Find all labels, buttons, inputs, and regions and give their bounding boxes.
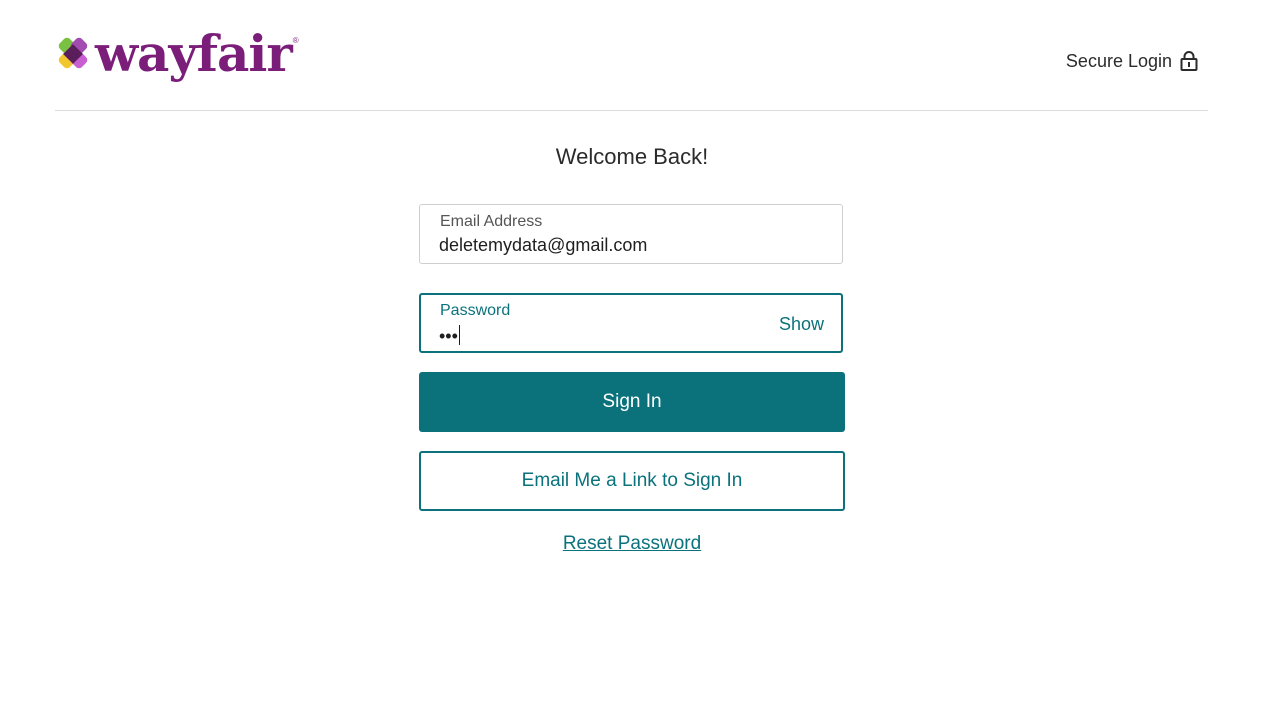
email-field[interactable]: Email Address deletemydata@gmail.com (419, 204, 843, 264)
email-link-button[interactable]: Email Me a Link to Sign In (419, 451, 845, 511)
password-field[interactable]: Password ••• Show (419, 293, 843, 353)
password-masked-text: ••• (439, 326, 458, 346)
lock-icon (1180, 50, 1198, 72)
logo-text: wayfair (95, 24, 293, 83)
header: wayfair ® Secure Login (55, 0, 1208, 111)
reset-password-container: Reset Password (0, 533, 1264, 555)
login-page: wayfair ® Secure Login Welcome Back! Ema… (0, 0, 1280, 720)
page-title: Welcome Back! (555, 144, 709, 169)
wayfair-logo[interactable]: wayfair ® (55, 24, 299, 84)
logo-trademark: ® (292, 36, 299, 45)
logo-mark-icon (55, 36, 91, 72)
secure-login-indicator: Secure Login (1066, 50, 1198, 72)
secure-login-label: Secure Login (1065, 50, 1172, 71)
password-field-label: Password (440, 302, 511, 319)
show-password-button[interactable]: Show (779, 314, 824, 335)
email-field-value[interactable]: deletemydata@gmail.com (439, 235, 647, 256)
sign-in-button[interactable]: Sign In (419, 372, 845, 432)
text-cursor (458, 325, 460, 345)
email-field-label: Email Address (440, 213, 543, 230)
reset-password-link[interactable]: Reset Password (563, 533, 701, 554)
password-field-value[interactable]: ••• (439, 325, 460, 347)
